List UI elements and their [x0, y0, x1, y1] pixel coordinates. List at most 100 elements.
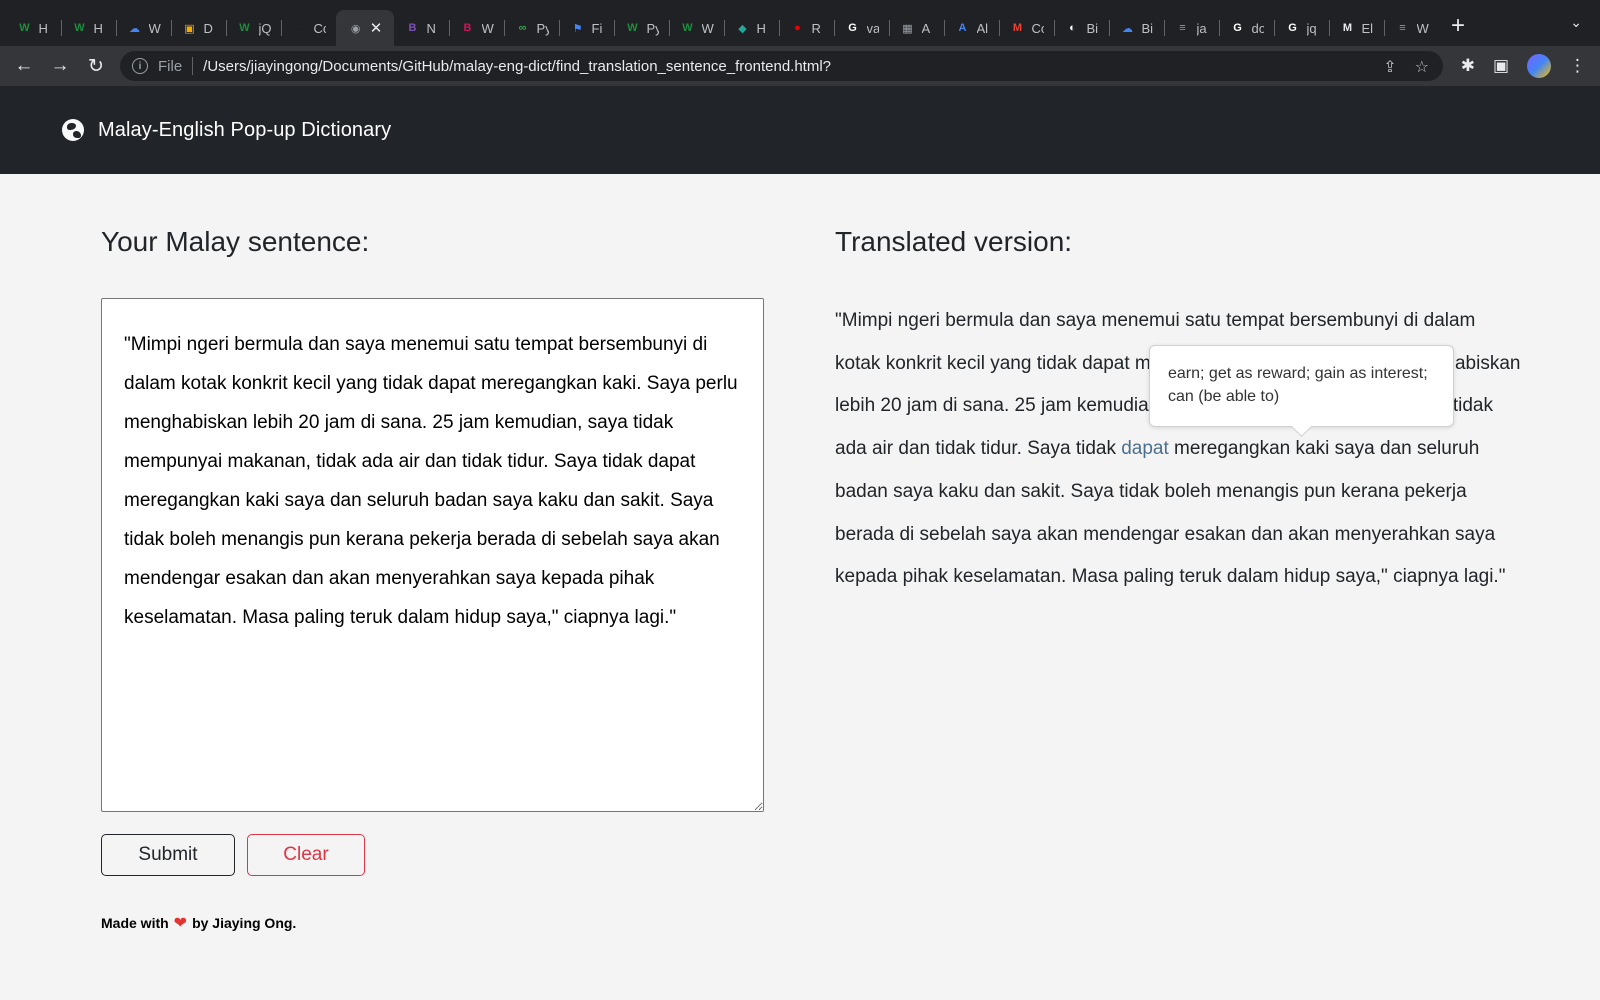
- browser-tab[interactable]: ☁ W: [116, 10, 171, 46]
- c-icon: C: [295, 22, 304, 34]
- footer-text-after: by Jiaying Ong.: [192, 915, 297, 931]
- browser-tab[interactable]: WH: [61, 10, 116, 46]
- browser-tab[interactable]: ☁ Bi: [1109, 10, 1164, 46]
- menu-kebab-icon[interactable]: ⋮: [1569, 56, 1586, 76]
- back-icon[interactable]: ←: [6, 55, 42, 77]
- browser-tab[interactable]: ◆ H: [724, 10, 779, 46]
- google-icon: G: [1288, 22, 1297, 34]
- wiktionary-icon: W: [19, 22, 30, 34]
- clear-button[interactable]: Clear: [247, 834, 365, 876]
- medium-icon: M: [1342, 22, 1353, 34]
- tab-title: W: [148, 20, 161, 36]
- redhat-icon: ●: [794, 22, 801, 34]
- browser-tab[interactable]: Gva: [834, 10, 889, 46]
- new-tab-icon[interactable]: +: [1451, 12, 1465, 40]
- tab-title: Fi: [591, 20, 603, 36]
- tab-search-icon[interactable]: ⌄: [1570, 14, 1582, 31]
- tab-title: Co: [1031, 20, 1044, 36]
- browser-tab[interactable]: M Co: [999, 10, 1054, 46]
- bootstrap-icon: B: [408, 22, 417, 34]
- share-icon[interactable]: ⇪: [1383, 57, 1396, 77]
- bh-icon: B: [463, 22, 472, 34]
- flag-icon: ⚑: [572, 22, 583, 35]
- tab-close-icon[interactable]: ✕: [370, 19, 383, 37]
- heart-icon: ❤: [173, 915, 188, 932]
- submit-button[interactable]: Submit: [101, 834, 235, 876]
- tab-title: Py: [536, 20, 549, 36]
- browser-tab[interactable]: ⚑ Fi: [559, 10, 614, 46]
- tab-list: WHWH☁W▣DWjQCCo◉✕BNBW∞Py⚑FiWPyWW◆H●RGva▦A…: [6, 0, 1439, 46]
- browser-tab[interactable]: ◉ ✕: [336, 10, 394, 46]
- browser-tab[interactable]: BW: [449, 10, 504, 46]
- tab-title: jq: [1306, 20, 1317, 36]
- tab-title: H: [93, 20, 103, 36]
- malay-sentence-input[interactable]: "Mimpi ngeri bermula dan saya menemui sa…: [101, 298, 764, 812]
- browser-tab[interactable]: C Co: [281, 10, 336, 46]
- tab-title: jQ: [258, 20, 271, 36]
- wiktionary-icon: W: [627, 22, 638, 34]
- definition-tooltip: earn; get as reward; gain as interest; c…: [1149, 345, 1454, 427]
- input-heading: Your Malay sentence:: [101, 226, 370, 257]
- ai-icon: A: [958, 22, 967, 34]
- tab-title: Py: [646, 20, 659, 36]
- tab-title: W: [481, 20, 494, 36]
- address-divider: [192, 57, 194, 75]
- google-icon: G: [848, 22, 857, 34]
- profile-avatar[interactable]: [1527, 54, 1551, 78]
- toolbar-actions: ✱ ▣ ⋮: [1461, 54, 1586, 78]
- site-navbar: Malay-English Pop-up Dictionary: [0, 86, 1600, 174]
- translated-text-after: meregangkan kaki saya dan seluruh badan …: [835, 438, 1506, 588]
- tab-title: Bi: [1141, 20, 1154, 36]
- wiktionary-icon: W: [239, 22, 250, 34]
- browser-tab[interactable]: WW: [669, 10, 724, 46]
- browser-tab[interactable]: W Py: [614, 10, 669, 46]
- browser-tab[interactable]: ≡ ja: [1164, 10, 1219, 46]
- tab-title: N: [426, 20, 436, 36]
- cube-icon: ◆: [738, 22, 747, 35]
- image-icon: ▦: [902, 22, 913, 35]
- browser-tab[interactable]: M El: [1329, 10, 1384, 46]
- tab-title: H: [38, 20, 48, 36]
- browser-tab[interactable]: ● R: [779, 10, 834, 46]
- tab-title: H: [756, 20, 766, 36]
- tab-title: A: [921, 20, 931, 36]
- tab-title: do: [1251, 20, 1264, 36]
- tab-title: El: [1361, 20, 1374, 36]
- file-label: File: [158, 57, 183, 75]
- browser-tab[interactable]: ≡ W: [1384, 10, 1439, 46]
- reload-icon[interactable]: ↻: [78, 55, 114, 78]
- footer-text-before: Made with: [101, 915, 169, 931]
- wiktionary-icon: W: [74, 22, 85, 34]
- browser-tab[interactable]: ▣ D: [171, 10, 226, 46]
- tab-title: Bi: [1086, 20, 1099, 36]
- tab-title: W: [701, 20, 714, 36]
- highlighted-word[interactable]: dapat: [1121, 438, 1169, 459]
- browser-tab[interactable]: ◐ Bi: [1054, 10, 1109, 46]
- bookmark-star-icon[interactable]: ☆: [1415, 57, 1429, 77]
- tab-title: va: [866, 20, 879, 36]
- browser-tab[interactable]: Gjq: [1274, 10, 1329, 46]
- address-actions: ⇪ ☆: [1383, 57, 1429, 77]
- browser-tab[interactable]: Gdo: [1219, 10, 1274, 46]
- extensions-puzzle-icon[interactable]: ✱: [1461, 56, 1475, 76]
- wiktionary-icon: W: [682, 22, 693, 34]
- forward-icon[interactable]: →: [42, 55, 78, 77]
- tab-title: ja: [1196, 20, 1207, 36]
- address-bar[interactable]: i File /Users/jiayingong/Documents/GitHu…: [120, 51, 1443, 81]
- side-panel-icon[interactable]: ▣: [1493, 56, 1509, 76]
- footer: Made with ❤ by Jiaying Ong.: [101, 913, 296, 933]
- browser-tab[interactable]: ▦ A: [889, 10, 944, 46]
- stackoverflow-icon: ≡: [1179, 22, 1186, 34]
- browser-tab[interactable]: WH: [6, 10, 61, 46]
- browser-tab[interactable]: BN: [394, 10, 449, 46]
- brand-title[interactable]: Malay-English Pop-up Dictionary: [98, 119, 391, 142]
- github-icon: ◐: [1069, 22, 1076, 34]
- google-icon: G: [1233, 22, 1242, 34]
- url-text[interactable]: /Users/jiayingong/Documents/GitHub/malay…: [203, 58, 831, 75]
- browser-tab[interactable]: A Al: [944, 10, 999, 46]
- browser-tab[interactable]: ∞ Py: [504, 10, 559, 46]
- browser-tab[interactable]: WjQ: [226, 10, 281, 46]
- tab-title: Al: [976, 20, 989, 36]
- info-icon[interactable]: i: [132, 58, 148, 74]
- google-cloud-icon: ☁: [129, 22, 140, 35]
